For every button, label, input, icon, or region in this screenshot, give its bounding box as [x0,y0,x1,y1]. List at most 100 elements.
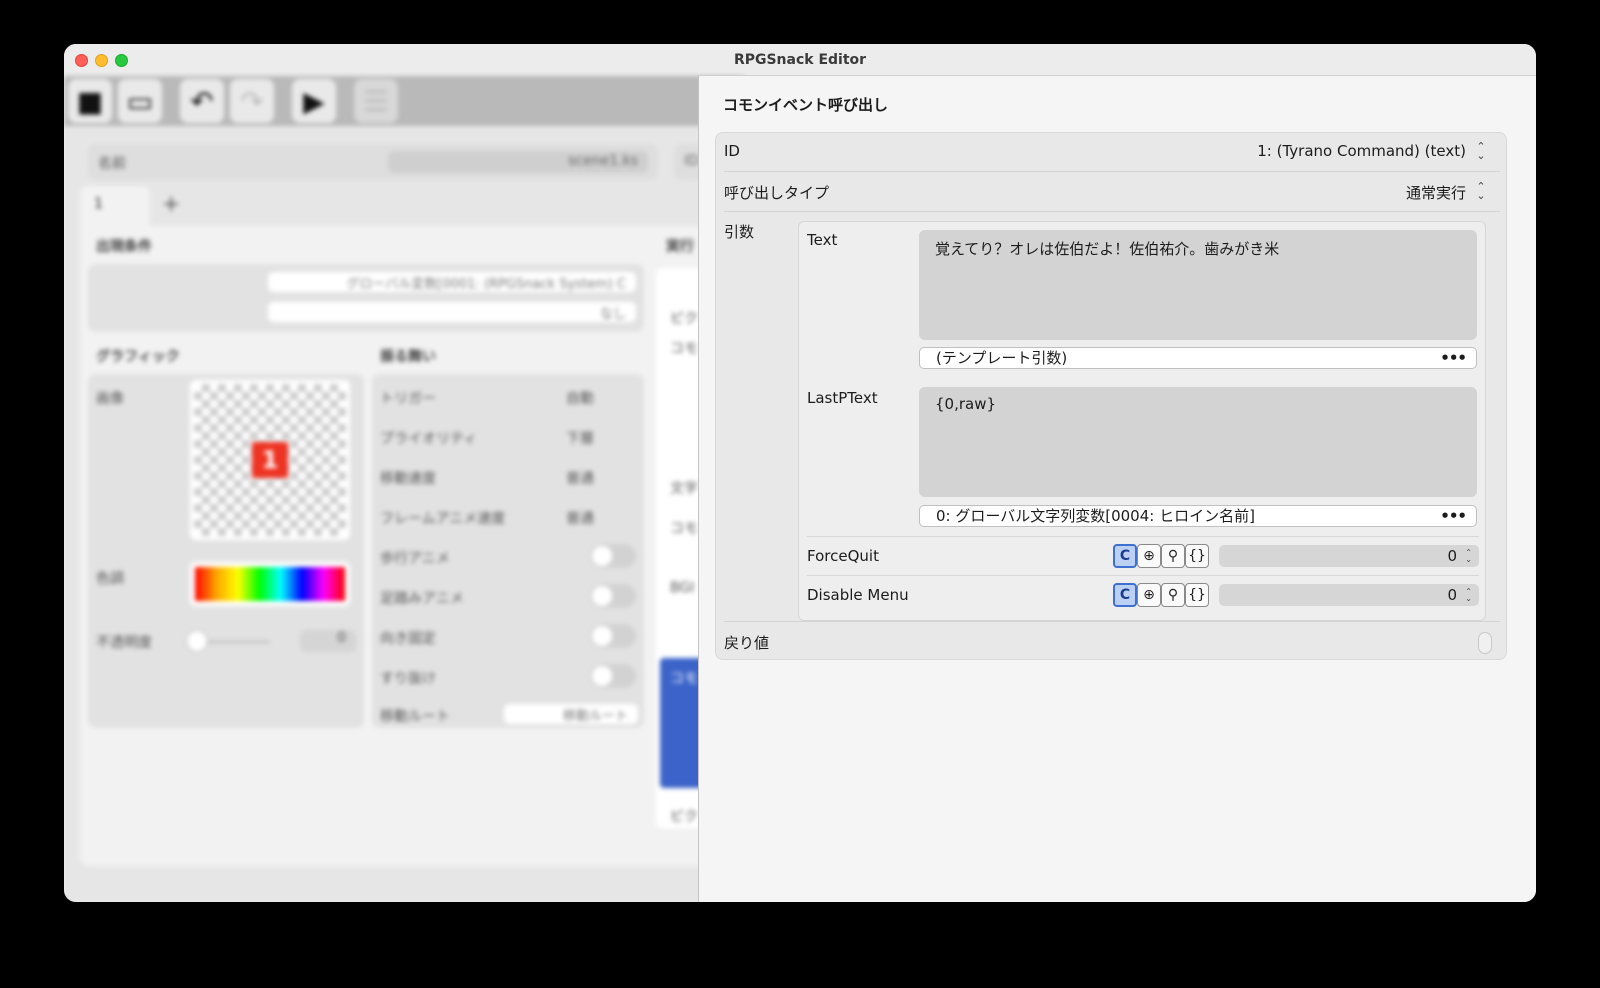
command-list-item[interactable]: コモ [670,518,698,538]
parameter-form: ID 1: (Tyrano Command) (text) ⌃ ⌄ 呼び出しタイプ… [715,132,1507,660]
disable-menu-row: Disable Menu C ⊕ ⚲ {} 0 ⌃ ⌄ [807,575,1479,613]
toolbar: ■ ▭ ↶ ↷ ▶ ☰ [64,76,744,126]
forcequit-label: ForceQuit [807,547,879,565]
dir-fix-toggle[interactable] [590,624,636,648]
frame-anim-value[interactable]: 普通 [566,508,594,528]
trigger-label: トリガー [380,391,436,407]
call-type-label: 呼び出しタイプ [724,184,830,202]
script-braces-icon[interactable]: {} [1185,544,1209,568]
id-row: ID 1: (Tyrano Command) (text) ⌃ ⌄ [724,133,1500,172]
global-variable-icon[interactable]: ⊕ [1137,583,1161,607]
local-variable-icon[interactable]: ⚲ [1161,544,1185,568]
disable-menu-mode-icons: C ⊕ ⚲ {} [1113,583,1209,607]
common-event-call-dialog: コモンイベント呼び出し ID 1: (Tyrano Command) (text… [698,75,1536,902]
forcequit-stepper-icon[interactable]: ⌃ ⌄ [1465,549,1472,564]
name-field[interactable]: scene1.ks [388,151,648,173]
opacity-slider-knob[interactable] [186,630,208,652]
forcequit-number-field[interactable]: 0 ⌃ ⌄ [1219,545,1479,567]
move-speed-value[interactable]: 普通 [566,468,594,488]
redo-icon[interactable]: ↷ [230,79,274,123]
disable-menu-value: 0 [1447,586,1457,604]
global-variable-icon[interactable]: ⊕ [1137,544,1161,568]
args-box: Text 覚えてり？オレは佐伯だよ！佐伯祐介。歯みがき米 (テンプレート引数) … [798,221,1486,621]
open-folder-icon[interactable]: ▭ [118,79,162,123]
forcequit-value: 0 [1447,547,1457,565]
forcequit-row: ForceQuit C ⊕ ⚲ {} 0 ⌃ ⌄ [807,536,1479,574]
text-arg-textarea[interactable]: 覚えてり？オレは佐伯だよ！佐伯祐介。歯みがき米 [919,230,1477,340]
command-list-item[interactable]: ピク [670,806,698,826]
save-icon[interactable]: ■ [68,79,112,123]
passthrough-label: すり抜け [380,671,436,687]
args-label: 引数 [724,223,755,241]
id-label: ID [724,142,740,160]
step-anim-toggle[interactable] [590,584,636,608]
forcequit-mode-icons: C ⊕ ⚲ {} [1113,544,1209,568]
tint-gradient[interactable] [190,562,350,606]
close-window-button[interactable] [75,54,88,67]
lastptext-template-field[interactable]: 0: グローバル文字列変数[0004: ヒロイン名前] ••• [919,505,1477,527]
tab-page-1[interactable]: 1 [80,186,150,226]
condition-1-field[interactable]: グローバル変数[0001: (RPGSnack System) C [268,272,636,292]
appear-conditions-heading: 出現条件 [96,239,152,255]
local-variable-icon[interactable]: ⚲ [1161,583,1185,607]
lastptext-arg-textarea[interactable]: {0,raw} [919,387,1477,497]
disable-menu-stepper-icon[interactable]: ⌃ ⌄ [1465,588,1472,603]
lastptext-template-value: 0: グローバル文字列変数[0004: ヒロイン名前] [936,507,1255,525]
command-list-item[interactable]: コモ [670,338,698,358]
id-chevron-updown-icon[interactable]: ⌃ ⌄ [1474,141,1488,161]
id-select[interactable]: 1: (Tyrano Command) (text) [1257,142,1466,160]
add-tab-button[interactable]: + [162,192,180,217]
move-route-field[interactable]: 移動ルート [504,704,638,724]
passthrough-toggle[interactable] [590,664,636,688]
trigger-value[interactable]: 自動 [566,388,594,408]
exec-heading: 実行 [666,239,694,255]
dir-fix-label: 向き固定 [380,631,436,647]
name-row: 名前 scene1.ks [88,144,658,180]
return-value-row: 戻り値 [724,621,1500,660]
move-speed-label: 移動速度 [380,471,436,487]
text-arg-label: Text [807,231,838,249]
frame-anim-label: フレームアニメ速度 [380,511,506,527]
name-label: 名前 [98,156,126,172]
graphics-heading: グラフィック [96,349,180,365]
command-list-item[interactable]: ピク [670,308,698,328]
background-editor: ■ ▭ ↶ ↷ ▶ ☰ 名前 scene1.ks ID 1 + 出現条件 グロー… [64,76,744,902]
disable-menu-label: Disable Menu [807,586,909,604]
command-list-item[interactable]: 文字 [670,478,698,498]
command-list-item[interactable]: BGI [670,580,694,596]
more-options-icon[interactable]: ••• [1440,506,1467,526]
return-value-toggle[interactable] [1478,632,1492,654]
condition-2-field[interactable]: なし [268,302,636,322]
image-badge: 1 [252,442,288,478]
constant-mode-icon[interactable]: C [1113,583,1137,607]
editor-window: RPGSnack Editor ■ ▭ ↶ ↷ ▶ ☰ 名前 scene1.ks… [64,44,1536,902]
undo-icon[interactable]: ↶ [180,79,224,123]
priority-label: プライオリティ [380,431,478,447]
behavior-heading: 振る舞い [380,349,436,365]
lastptext-arg-label: LastPText [807,389,878,407]
minimize-window-button[interactable] [95,54,108,67]
opacity-value[interactable]: 0 [300,630,356,652]
database-icon[interactable]: ☰ [354,79,398,123]
disable-menu-number-field[interactable]: 0 ⌃ ⌄ [1219,584,1479,606]
script-braces-icon[interactable]: {} [1185,583,1209,607]
conditions-box: グローバル変数[0001: (RPGSnack System) C なし [88,264,644,332]
move-route-label: 移動ルート [380,709,450,725]
call-type-select[interactable]: 通常実行 [1406,182,1466,203]
call-type-row: 呼び出しタイプ 通常実行 ⌃ ⌄ [724,173,1500,212]
image-label: 画像 [96,391,124,407]
play-icon[interactable]: ▶ [292,79,336,123]
priority-value[interactable]: 下層 [566,428,594,448]
text-template-field[interactable]: (テンプレート引数) ••• [919,347,1477,369]
zoom-window-button[interactable] [115,54,128,67]
dialog-title: コモンイベント呼び出し [723,96,889,114]
page-panel: 出現条件 グローバル変数[0001: (RPGSnack System) C な… [80,226,740,866]
call-type-chevron-updown-icon[interactable]: ⌃ ⌄ [1474,181,1488,201]
selected-command-label: コモ [670,671,698,687]
constant-mode-icon[interactable]: C [1113,544,1137,568]
image-preview[interactable]: 1 [190,380,350,540]
text-template-value: (テンプレート引数) [936,349,1068,367]
tint-label: 色調 [96,571,124,587]
more-options-icon[interactable]: ••• [1440,348,1467,368]
walk-anim-toggle[interactable] [590,544,636,568]
